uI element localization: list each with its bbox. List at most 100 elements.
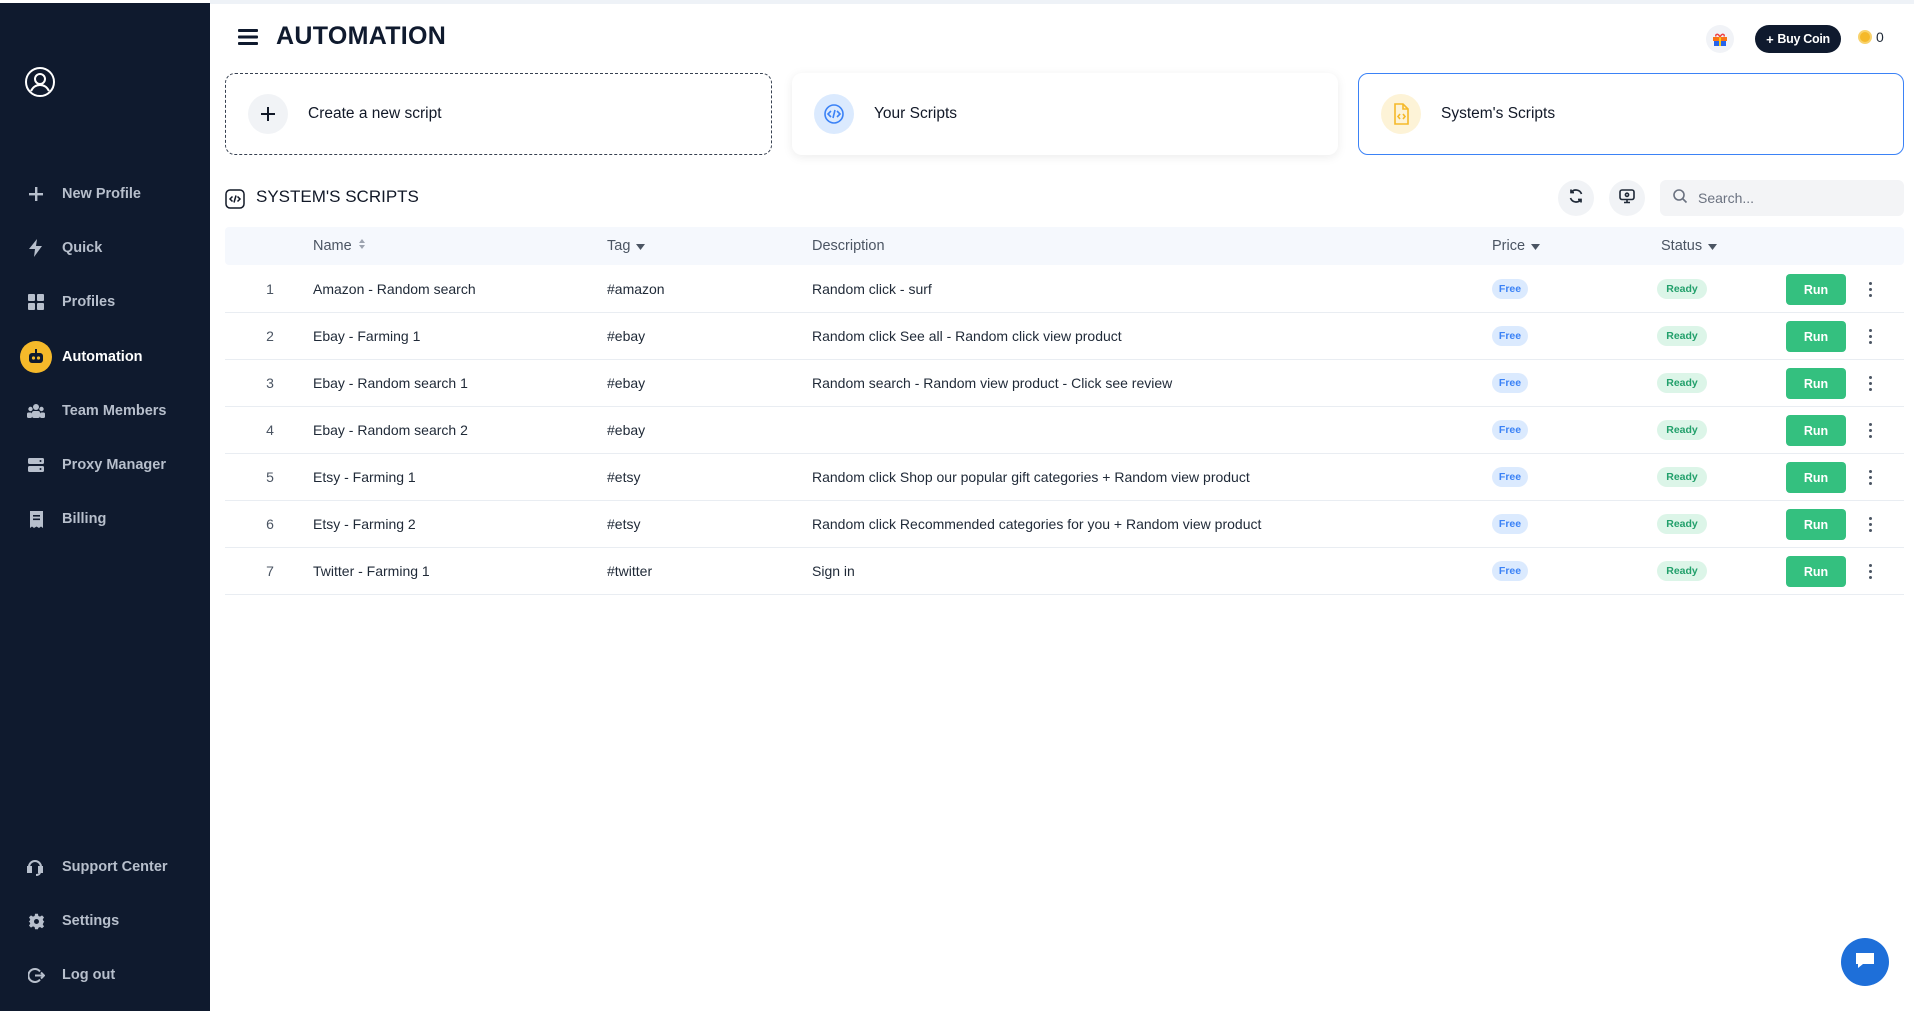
row-index: 4 (266, 422, 274, 438)
table-row[interactable]: 6 Etsy - Farming 2 #etsy Random click Re… (225, 501, 1904, 548)
table-row[interactable]: 3 Ebay - Random search 1 #ebay Random se… (225, 360, 1904, 407)
more-options-icon[interactable] (1864, 513, 1876, 535)
run-button[interactable]: Run (1786, 368, 1846, 399)
create-script-label: Create a new script (308, 105, 442, 122)
status-badge: Ready (1657, 373, 1707, 393)
sidebar-item-new-profile[interactable]: New Profile (20, 177, 200, 211)
server-icon (20, 449, 52, 481)
more-options-icon[interactable] (1864, 419, 1876, 441)
table-row[interactable]: 2 Ebay - Farming 1 #ebay Random click Se… (225, 313, 1904, 360)
script-name: Ebay - Random search 1 (313, 375, 468, 391)
run-button[interactable]: Run (1786, 509, 1846, 540)
row-index: 6 (266, 516, 274, 532)
sidebar-item-profiles[interactable]: Profiles (20, 285, 200, 319)
more-options-icon[interactable] (1864, 372, 1876, 394)
sidebar-item-quick[interactable]: Quick (20, 231, 200, 265)
column-header-name[interactable]: Name (313, 238, 366, 254)
price-badge: Free (1492, 514, 1528, 534)
script-description: Random click - surf (812, 281, 932, 297)
sidebar-item-billing[interactable]: Billing (20, 502, 200, 536)
chat-button[interactable] (1841, 938, 1889, 986)
run-button[interactable]: Run (1786, 274, 1846, 305)
sidebar-item-logout[interactable]: Log out (20, 958, 200, 992)
section-title: SYSTEM'S SCRIPTS (256, 187, 419, 206)
more-options-icon[interactable] (1864, 560, 1876, 582)
table-header: Name Tag Description Price Status (225, 227, 1904, 265)
sidebar-item-label: New Profile (62, 186, 141, 202)
run-button[interactable]: Run (1786, 321, 1846, 352)
price-badge: Free (1492, 326, 1528, 346)
table-row[interactable]: 4 Ebay - Random search 2 #ebay Free Read… (225, 407, 1904, 454)
script-description: Sign in (812, 563, 855, 579)
sidebar-item-team-members[interactable]: Team Members (20, 394, 200, 428)
search-input[interactable] (1698, 190, 1898, 206)
column-label: Tag (607, 238, 631, 254)
buy-coin-label: Buy Coin (1777, 32, 1830, 46)
sidebar-item-proxy-manager[interactable]: Proxy Manager (20, 448, 200, 482)
logout-icon (20, 959, 52, 991)
gift-icon[interactable] (1706, 25, 1734, 53)
refresh-button[interactable] (1558, 180, 1594, 216)
screen-button[interactable] (1609, 180, 1645, 216)
your-scripts-label: Your Scripts (874, 105, 957, 122)
script-tag: #twitter (607, 563, 653, 579)
run-button[interactable]: Run (1786, 462, 1846, 493)
sidebar-item-label: Log out (62, 967, 116, 983)
sidebar-item-automation[interactable]: Automation (20, 340, 200, 374)
plus-icon: + (1766, 31, 1774, 47)
script-description: Random search - Random view product - Cl… (812, 375, 1173, 391)
script-file-icon (1381, 94, 1421, 134)
column-label: Description (812, 238, 885, 254)
sidebar-item-label: Proxy Manager (62, 457, 166, 473)
column-header-price[interactable]: Price (1492, 238, 1541, 254)
column-label: Price (1492, 238, 1526, 254)
support-icon (20, 851, 52, 883)
create-script-card[interactable]: Create a new script (225, 73, 772, 155)
script-tag: #ebay (607, 375, 646, 391)
sidebar-item-support-center[interactable]: Support Center (20, 850, 200, 884)
price-badge: Free (1492, 279, 1528, 299)
refresh-icon (1568, 188, 1584, 209)
code-box-icon (225, 189, 245, 209)
run-button[interactable]: Run (1786, 556, 1846, 587)
sidebar-item-settings[interactable]: Settings (20, 904, 200, 938)
menu-toggle-icon[interactable] (237, 26, 259, 48)
column-label: Status (1661, 238, 1703, 254)
column-label: Name (313, 238, 352, 254)
page-title: AUTOMATION (276, 22, 447, 50)
top-border (210, 0, 1914, 4)
column-header-status[interactable]: Status (1661, 238, 1718, 254)
search-box[interactable] (1660, 180, 1904, 216)
grid-icon (20, 286, 52, 318)
script-description: Random click See all - Random click view… (812, 328, 1122, 344)
user-avatar-icon[interactable] (24, 66, 56, 98)
table-row[interactable]: 7 Twitter - Farming 1 #twitter Sign in F… (225, 548, 1904, 595)
script-name: Twitter - Farming 1 (313, 563, 430, 579)
status-badge: Ready (1657, 561, 1707, 581)
sidebar-item-label: Settings (62, 913, 120, 929)
search-icon (1672, 188, 1688, 209)
coin-count: 0 (1876, 29, 1884, 45)
plus-icon (20, 178, 52, 210)
script-name: Amazon - Random search (313, 281, 476, 297)
buy-coin-button[interactable]: + Buy Coin (1755, 25, 1841, 53)
system-scripts-card[interactable]: System's Scripts (1358, 73, 1904, 155)
table-row[interactable]: 1 Amazon - Random search #amazon Random … (225, 266, 1904, 313)
price-badge: Free (1492, 373, 1528, 393)
run-button[interactable]: Run (1786, 415, 1846, 446)
status-badge: Ready (1657, 467, 1707, 487)
sidebar-item-label: Automation (62, 349, 143, 365)
more-options-icon[interactable] (1864, 466, 1876, 488)
sidebar-item-label: Support Center (62, 859, 168, 875)
row-index: 2 (266, 328, 274, 344)
row-index: 3 (266, 375, 274, 391)
code-icon (814, 94, 854, 134)
column-header-description: Description (812, 238, 885, 254)
more-options-icon[interactable] (1864, 325, 1876, 347)
caret-down-icon (1531, 238, 1541, 254)
price-badge: Free (1492, 561, 1528, 581)
column-header-tag[interactable]: Tag (607, 238, 646, 254)
your-scripts-card[interactable]: Your Scripts (792, 73, 1338, 155)
table-row[interactable]: 5 Etsy - Farming 1 #etsy Random click Sh… (225, 454, 1904, 501)
more-options-icon[interactable] (1864, 278, 1876, 300)
